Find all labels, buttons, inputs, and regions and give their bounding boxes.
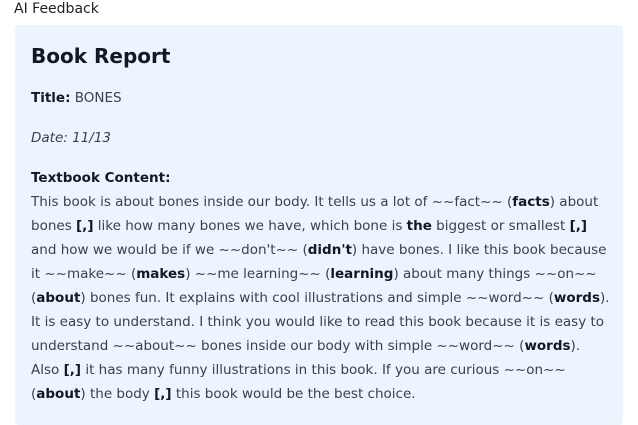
body-text: and how we would be if we ~~don't~~ ( <box>31 242 308 258</box>
correction-text: the <box>406 218 432 234</box>
content-label: Textbook Content: <box>31 170 171 186</box>
page-header-title: AI Feedback <box>14 1 99 17</box>
body-text: ) the body <box>80 386 155 402</box>
title-label: Title: <box>31 90 71 106</box>
title-value: BONES <box>70 90 122 106</box>
body-text: biggest or smallest <box>431 218 570 234</box>
correction-text: [,] <box>76 218 94 234</box>
feedback-card: Book Report Title: BONES Date: 11/13 Tex… <box>15 25 623 425</box>
correction-text: facts <box>512 194 550 210</box>
body-text: This book is about bones inside our body… <box>31 194 513 210</box>
correction-text: [,] <box>154 386 172 402</box>
correction-text: learning <box>330 266 394 282</box>
correction-text: [,] <box>569 218 588 234</box>
correction-text: about <box>36 386 81 402</box>
body-text: ) ~~me learning~~ ( <box>185 266 331 282</box>
body-text: ) bones fun. It explains with cool illus… <box>80 290 554 306</box>
correction-text: words <box>524 338 571 354</box>
correction-text: makes <box>136 266 186 282</box>
correction-text: [,] <box>63 362 82 378</box>
report-title-line: Title: BONES <box>31 89 122 107</box>
correction-text: words <box>553 290 600 306</box>
report-heading: Book Report <box>31 44 171 68</box>
correction-text: about <box>36 290 81 306</box>
content-body: This book is about bones inside our body… <box>31 190 611 406</box>
report-date: Date: 11/13 <box>31 130 112 146</box>
body-text: this book would be the best choice. <box>171 386 416 402</box>
body-text: like how many bones we have, which bone … <box>93 218 407 234</box>
correction-text: didn't <box>307 242 352 258</box>
